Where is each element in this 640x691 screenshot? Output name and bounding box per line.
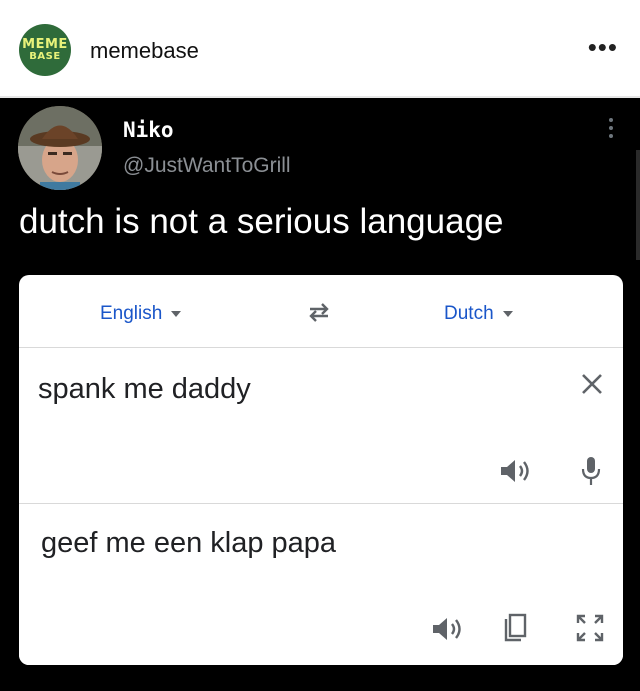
author-name[interactable]: Niko	[123, 118, 174, 142]
source-language-selector[interactable]: English	[100, 303, 182, 325]
dropdown-caret-icon	[171, 311, 182, 317]
target-language-label: Dutch	[444, 303, 494, 324]
tweet-text: dutch is not a serious language	[19, 202, 504, 241]
target-language-selector[interactable]: Dutch	[444, 303, 513, 325]
language-bar: English Dutch	[19, 275, 623, 348]
source-input-area[interactable]: spank me daddy	[19, 349, 623, 504]
source-language-label: English	[100, 303, 163, 324]
clear-text-icon[interactable]	[579, 371, 605, 397]
dropdown-caret-icon	[502, 311, 513, 317]
microphone-icon[interactable]	[581, 455, 601, 487]
logo-text-line1: MEME	[22, 37, 68, 52]
swap-languages-icon[interactable]	[306, 301, 332, 323]
scrollbar[interactable]	[636, 150, 640, 260]
tweet-screenshot: Niko @JustWantToGrill dutch is not a ser…	[0, 98, 640, 691]
translated-text: geef me een klap papa	[41, 527, 337, 559]
logo-text-line2: BASE	[29, 51, 61, 62]
author-handle[interactable]: @JustWantToGrill	[123, 154, 291, 178]
source-speaker-icon[interactable]	[499, 457, 533, 485]
output-speaker-icon[interactable]	[431, 615, 465, 643]
memebase-logo-avatar[interactable]: MEME BASE	[19, 24, 71, 76]
copy-icon[interactable]	[503, 613, 527, 643]
translate-card: English Dutch spank me daddy geef me een…	[19, 275, 623, 665]
post-header: MEME BASE memebase •••	[0, 0, 640, 97]
translation-output-area: geef me een klap papa	[19, 505, 623, 665]
profile-photo	[18, 106, 102, 190]
more-options-icon[interactable]: •••	[588, 32, 618, 63]
account-name[interactable]: memebase	[90, 38, 199, 64]
source-text[interactable]: spank me daddy	[38, 373, 251, 406]
fullscreen-icon[interactable]	[575, 613, 605, 643]
tweet-menu-icon[interactable]	[608, 118, 614, 142]
